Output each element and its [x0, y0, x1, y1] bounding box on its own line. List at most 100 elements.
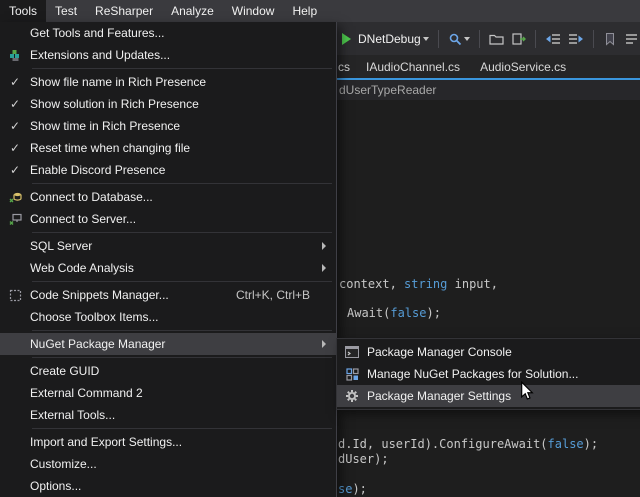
shift-right-icon: [568, 32, 584, 46]
menu-separator: [32, 68, 332, 69]
document-tab[interactable]: AudioService.cs: [470, 55, 576, 78]
code-line: dUser);: [338, 452, 389, 466]
menu-item-options[interactable]: Options...: [0, 475, 336, 497]
menu-item-web-code-analysis[interactable]: Web Code Analysis: [0, 257, 336, 279]
export-file-button[interactable]: [511, 32, 526, 46]
menu-item-label: Package Manager Console: [367, 345, 640, 359]
menu-item-extensions-and-updates[interactable]: Extensions and Updates...: [0, 44, 336, 66]
menu-separator: [32, 357, 332, 358]
menu-item-label: External Command 2: [30, 386, 336, 400]
tools-menu: Get Tools and Features... Extensions and…: [0, 22, 337, 497]
menu-window[interactable]: Window: [223, 0, 284, 22]
chevron-down-icon: [464, 37, 470, 41]
menu-item-choose-toolbox-items[interactable]: Choose Toolbox Items...: [0, 306, 336, 328]
menu-item-external-command-2[interactable]: External Command 2: [0, 382, 336, 404]
menu-resharper[interactable]: ReSharper: [86, 0, 162, 22]
server-connect-icon: [0, 213, 30, 226]
menu-item-package-manager-console[interactable]: Package Manager Console: [337, 341, 640, 363]
menu-tools[interactable]: Tools: [0, 0, 46, 22]
task-list-button[interactable]: [624, 32, 639, 46]
menu-item-customize[interactable]: Customize...: [0, 453, 336, 475]
menu-item-label: Extensions and Updates...: [30, 48, 336, 62]
menu-item-label: Get Tools and Features...: [30, 26, 336, 40]
code-text: );: [352, 482, 366, 496]
document-tab[interactable]: IAudioChannel.cs: [356, 55, 470, 78]
menu-item-label: Enable Discord Presence: [30, 163, 336, 177]
bookmark-button[interactable]: [603, 32, 617, 46]
code-text: );: [426, 306, 440, 320]
code-line: Await(false);: [347, 306, 441, 320]
code-snippets-icon: [0, 289, 30, 302]
menu-separator: [32, 330, 332, 331]
code-text: );: [584, 437, 598, 451]
menu-item-import-and-export-settings[interactable]: Import and Export Settings...: [0, 431, 336, 453]
menu-item-reset-time-when-changing-file[interactable]: Reset time when changing file: [0, 137, 336, 159]
toolbar-separator: [479, 30, 480, 48]
extensions-icon: [0, 49, 30, 62]
code-keyword: se: [338, 482, 352, 496]
menu-item-show-solution-in-rich-presence[interactable]: Show solution in Rich Presence: [0, 93, 336, 115]
menu-item-label: Web Code Analysis: [30, 261, 322, 275]
menu-item-label: Choose Toolbox Items...: [30, 310, 336, 324]
ide-window: context, string input, Await(false); d.I…: [0, 0, 640, 497]
code-text: input,: [447, 277, 498, 291]
menu-item-label: Package Manager Settings: [367, 389, 640, 403]
menu-test[interactable]: Test: [46, 0, 86, 22]
menu-help[interactable]: Help: [283, 0, 326, 22]
menu-item-nuget-package-manager[interactable]: NuGet Package Manager: [0, 333, 336, 355]
checkmark-icon: [0, 75, 30, 89]
menu-separator: [32, 232, 332, 233]
find-dropdown-button[interactable]: [448, 32, 470, 46]
code-text: context,: [339, 277, 404, 291]
menu-item-label: NuGet Package Manager: [30, 337, 322, 351]
menu-item-code-snippets-manager[interactable]: Code Snippets Manager... Ctrl+K, Ctrl+B: [0, 284, 336, 306]
start-debugging-button[interactable]: [342, 33, 351, 45]
folder-icon: [489, 32, 504, 46]
menu-item-sql-server[interactable]: SQL Server: [0, 235, 336, 257]
shift-left-button[interactable]: [545, 32, 561, 46]
menu-item-manage-nuget-packages-for-solution[interactable]: Manage NuGet Packages for Solution...: [337, 363, 640, 385]
menu-item-connect-to-database[interactable]: Connect to Database...: [0, 186, 336, 208]
file-export-icon: [511, 32, 526, 46]
shift-left-icon: [545, 32, 561, 46]
mouse-cursor: [519, 381, 535, 406]
nuget-submenu: Package Manager Console Manage NuGet Pac…: [336, 338, 640, 410]
menu-item-create-guid[interactable]: Create GUID: [0, 360, 336, 382]
menu-item-shortcut: Ctrl+K, Ctrl+B: [236, 288, 310, 302]
submenu-arrow-icon: [322, 340, 326, 348]
menu-item-get-tools-and-features[interactable]: Get Tools and Features...: [0, 22, 336, 44]
menu-item-external-tools[interactable]: External Tools...: [0, 404, 336, 426]
code-keyword: string: [404, 277, 447, 291]
menu-item-enable-discord-presence[interactable]: Enable Discord Presence: [0, 159, 336, 181]
bookmark-icon: [603, 32, 617, 46]
menu-item-label: Show solution in Rich Presence: [30, 97, 336, 111]
console-icon: [337, 346, 367, 358]
shift-right-button[interactable]: [568, 32, 584, 46]
menu-item-show-time-in-rich-presence[interactable]: Show time in Rich Presence: [0, 115, 336, 137]
menu-item-label: Code Snippets Manager...: [30, 288, 236, 302]
magnifier-icon: [448, 32, 462, 46]
code-line: context, string input,: [339, 277, 498, 291]
chevron-down-icon: [423, 37, 429, 41]
packages-icon: [337, 368, 367, 381]
menu-separator: [32, 428, 332, 429]
menu-item-label: Import and Export Settings...: [30, 435, 336, 449]
toolbar-separator: [438, 30, 439, 48]
document-tab[interactable]: cs: [337, 55, 356, 78]
menu-item-label: Connect to Server...: [30, 212, 336, 226]
menu-item-label: Reset time when changing file: [30, 141, 336, 155]
menu-item-show-file-name-in-rich-presence[interactable]: Show file name in Rich Presence: [0, 71, 336, 93]
checkmark-icon: [0, 119, 30, 133]
database-connect-icon: [0, 191, 30, 204]
toolbar-separator: [535, 30, 536, 48]
open-folder-button[interactable]: [489, 32, 504, 46]
menu-item-connect-to-server[interactable]: Connect to Server...: [0, 208, 336, 230]
debug-target-dropdown[interactable]: DNetDebug: [358, 32, 429, 46]
menu-analyze[interactable]: Analyze: [162, 0, 223, 22]
menu-separator: [32, 281, 332, 282]
menu-item-label: Show file name in Rich Presence: [30, 75, 336, 89]
code-keyword: false: [548, 437, 584, 451]
menu-item-package-manager-settings[interactable]: Package Manager Settings: [337, 385, 640, 407]
menu-item-label: Manage NuGet Packages for Solution...: [367, 367, 640, 381]
menu-item-label: Show time in Rich Presence: [30, 119, 336, 133]
